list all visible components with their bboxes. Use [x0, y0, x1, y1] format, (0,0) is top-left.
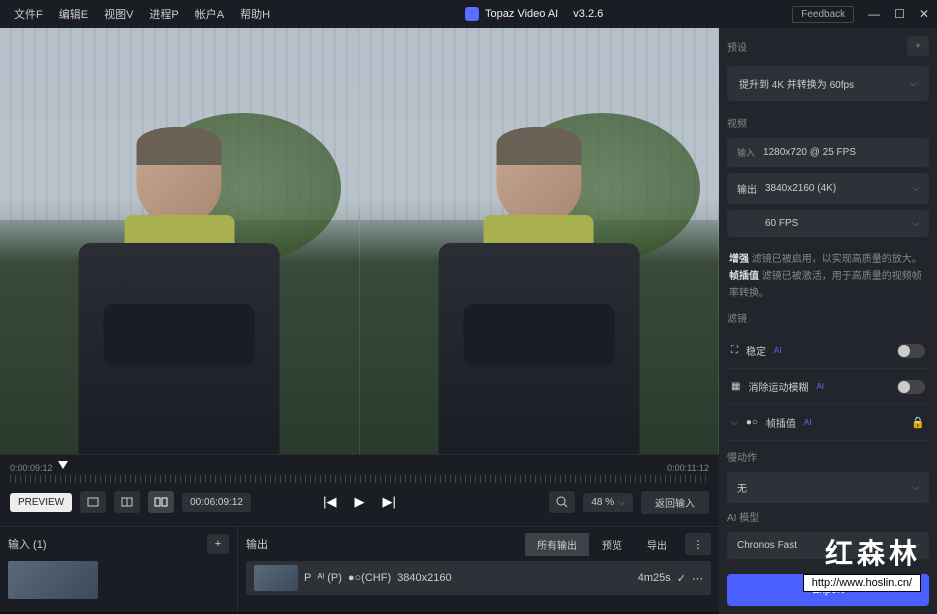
output-panel: 输出 所有输出 预览 导出 ⋮ P ᴬᴵ (P) ●○(CHF)	[238, 527, 719, 612]
view-single-icon[interactable]	[80, 491, 106, 513]
motion-blur-toggle[interactable]	[897, 380, 925, 394]
zoom-icon[interactable]	[549, 491, 575, 513]
output-resolution-select[interactable]: 输出 3840x2160 (4K)⌵	[727, 173, 929, 204]
export-button[interactable]: Export	[727, 574, 929, 606]
preset-select[interactable]: 提升到 4K 并转换为 60fps⌵	[727, 66, 929, 101]
output-badge-p: P	[304, 572, 311, 584]
transport-bar: 0:00:09:12 0:00:11:12 PREVIEW 00:06:09:1…	[0, 454, 719, 526]
preview-button[interactable]: PREVIEW	[10, 493, 72, 512]
enhance-description: 增强 滤镜已被启用，以实现高质量的放大。 帧插值 滤镜已被激活，用于高质量的视频…	[729, 251, 927, 302]
titlebar: 文件F 编辑E 视图V 进程P 帐户A 帮助H Topaz Video AI v…	[0, 0, 937, 28]
menu-edit[interactable]: 编辑E	[53, 2, 94, 26]
menu-file[interactable]: 文件F	[8, 2, 49, 26]
input-thumbnail[interactable]	[8, 561, 98, 599]
output-thumbnail	[254, 565, 298, 591]
motion-blur-icon: ▦	[731, 381, 740, 392]
menu-bar: 文件F 编辑E 视图V 进程P 帐户A 帮助H	[8, 2, 276, 26]
playhead-icon[interactable]	[58, 461, 68, 469]
zoom-select[interactable]: 48 % ⌵	[583, 493, 633, 512]
preview-before	[0, 28, 360, 454]
maximize-icon[interactable]: ☐	[894, 7, 905, 21]
add-input-button[interactable]: +	[207, 534, 229, 554]
video-section-label: 视频	[727, 115, 929, 130]
stabilize-row: ⛶稳定AI	[727, 333, 929, 369]
play-icon[interactable]: ▶	[355, 494, 365, 510]
filters-section-label: 滤镜	[727, 310, 929, 325]
video-preview	[0, 28, 719, 454]
settings-sidebar: 预设 + 提升到 4K 并转换为 60fps⌵ 视频 输入 1280x720 @…	[719, 28, 937, 614]
menu-view[interactable]: 视图V	[98, 2, 139, 26]
view-split-icon[interactable]	[114, 491, 140, 513]
app-icon	[465, 7, 479, 21]
back-to-input-button[interactable]: 返回输入	[641, 491, 709, 514]
timeline[interactable]: 0:00:09:12 0:00:11:12	[10, 461, 709, 483]
tab-all-outputs[interactable]: 所有输出	[525, 533, 589, 556]
output-more-row-icon[interactable]: ⋯	[692, 572, 703, 585]
menu-account[interactable]: 帐户A	[189, 2, 230, 26]
preview-after	[360, 28, 720, 454]
timecode-end: 0:00:11:12	[667, 463, 709, 473]
preset-section-label: 预设	[727, 39, 747, 54]
output-badge-ai: ᴬᴵ (P)	[317, 572, 342, 584]
slowmo-select[interactable]: 无⌵	[727, 472, 929, 503]
output-badge-chf: ●○(CHF)	[348, 572, 391, 584]
add-preset-button[interactable]: +	[907, 36, 929, 56]
output-duration: 4m25s	[638, 572, 671, 584]
output-resolution: 3840x2160	[397, 572, 451, 584]
output-tabs: 所有输出 预览 导出	[525, 533, 679, 556]
current-time-display[interactable]: 00:06:09:12	[182, 493, 251, 512]
output-more-icon[interactable]: ⋮	[685, 533, 711, 555]
output-confirm-icon[interactable]: ✓	[677, 572, 686, 585]
tab-preview[interactable]: 预览	[590, 533, 634, 556]
app-title: Topaz Video AI v3.2.6	[276, 7, 792, 21]
lock-icon: 🔒	[911, 416, 925, 429]
next-frame-icon[interactable]: ▶|	[383, 494, 396, 510]
input-info: 输入 1280x720 @ 25 FPS	[727, 138, 929, 167]
motion-blur-row: ▦消除运动模糊AI	[727, 369, 929, 405]
menu-process[interactable]: 进程P	[143, 2, 184, 26]
window-controls: — ☐ ✕	[868, 7, 929, 21]
output-panel-title: 输出	[246, 536, 268, 552]
menu-help[interactable]: 帮助H	[234, 2, 276, 26]
close-icon[interactable]: ✕	[919, 7, 929, 21]
view-side-icon[interactable]	[148, 491, 174, 513]
prev-frame-icon[interactable]: |◀	[323, 494, 336, 510]
input-panel-title: 输入 (1)	[8, 536, 47, 552]
stabilize-icon: ⛶	[731, 345, 738, 356]
slowmo-label: 慢动作	[727, 449, 929, 464]
feedback-button[interactable]: Feedback	[792, 6, 854, 23]
ai-model-select[interactable]: Chronos Fast⌵	[727, 532, 929, 559]
ai-model-label: AI 模型	[727, 509, 929, 524]
tab-export[interactable]: 导出	[635, 533, 679, 556]
output-fps-select[interactable]: 60 FPS⌵	[727, 210, 929, 237]
frame-interp-row: ⌵●○帧插值AI 🔒	[727, 405, 929, 441]
input-panel: 输入 (1) +	[0, 527, 238, 612]
interp-status-icon: ●○	[746, 417, 758, 428]
chevron-down-icon[interactable]: ⌵	[731, 417, 738, 428]
stabilize-toggle[interactable]	[897, 344, 925, 358]
output-row[interactable]: P ᴬᴵ (P) ●○(CHF) 3840x2160 4m25s ✓ ⋯	[246, 561, 711, 595]
minimize-icon[interactable]: —	[868, 7, 880, 21]
timecode-start: 0:00:09:12	[10, 463, 53, 473]
